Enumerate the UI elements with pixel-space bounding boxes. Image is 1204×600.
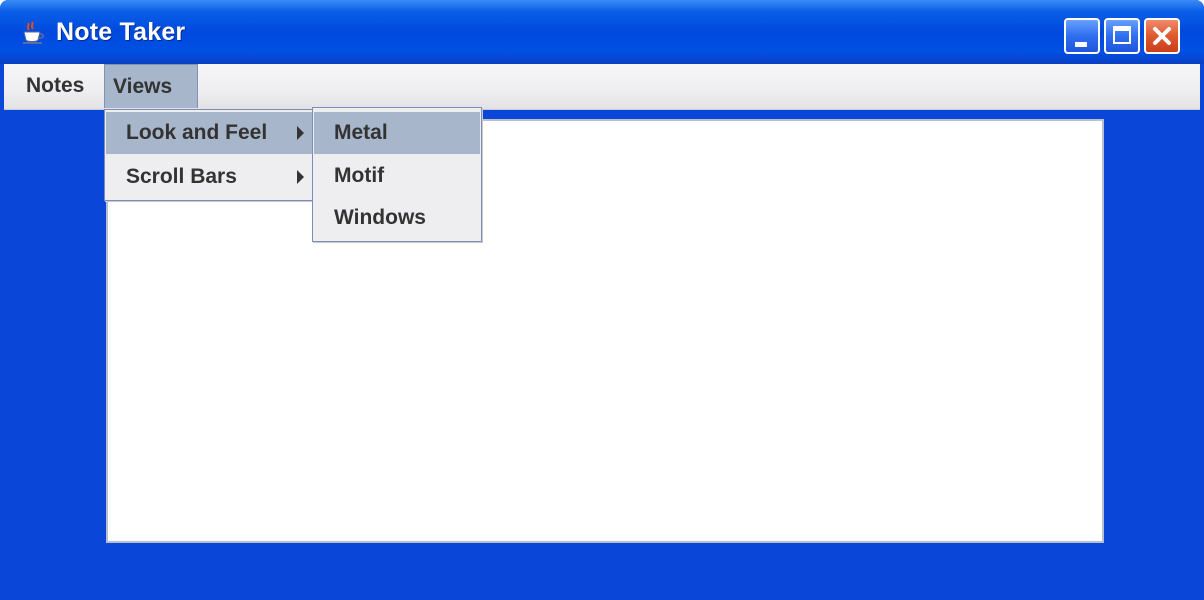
menu-views[interactable]: Views [104,64,198,108]
minimize-icon [1075,42,1087,47]
window-title: Note Taker [56,18,186,46]
note-taker-window: Note Taker Notes Views Look and Feel Scr… [0,0,1204,600]
java-cup-icon [23,21,44,44]
maximize-button[interactable] [1104,18,1140,54]
menu-item-metal[interactable]: Metal [314,112,480,154]
views-menu-popup: Look and Feel Scroll Bars [104,109,314,201]
menu-item-scroll-bars[interactable]: Scroll Bars [106,156,312,198]
menu-bar: Notes Views [4,64,1200,110]
submenu-arrow-icon [297,126,304,140]
maximize-icon [1113,26,1131,44]
menu-item-windows[interactable]: Windows [314,197,480,239]
menu-item-label: Scroll Bars [126,165,237,188]
title-bar[interactable]: Note Taker [0,0,1204,64]
menu-item-label: Look and Feel [126,121,268,144]
close-icon [1153,27,1171,45]
menu-item-look-and-feel[interactable]: Look and Feel [106,112,312,154]
menu-notes[interactable]: Notes [18,64,92,108]
submenu-arrow-icon [297,170,304,184]
close-button[interactable] [1144,18,1180,54]
minimize-button[interactable] [1064,18,1100,54]
look-and-feel-submenu: Metal Motif Windows [312,107,482,242]
menu-item-motif[interactable]: Motif [314,155,480,197]
